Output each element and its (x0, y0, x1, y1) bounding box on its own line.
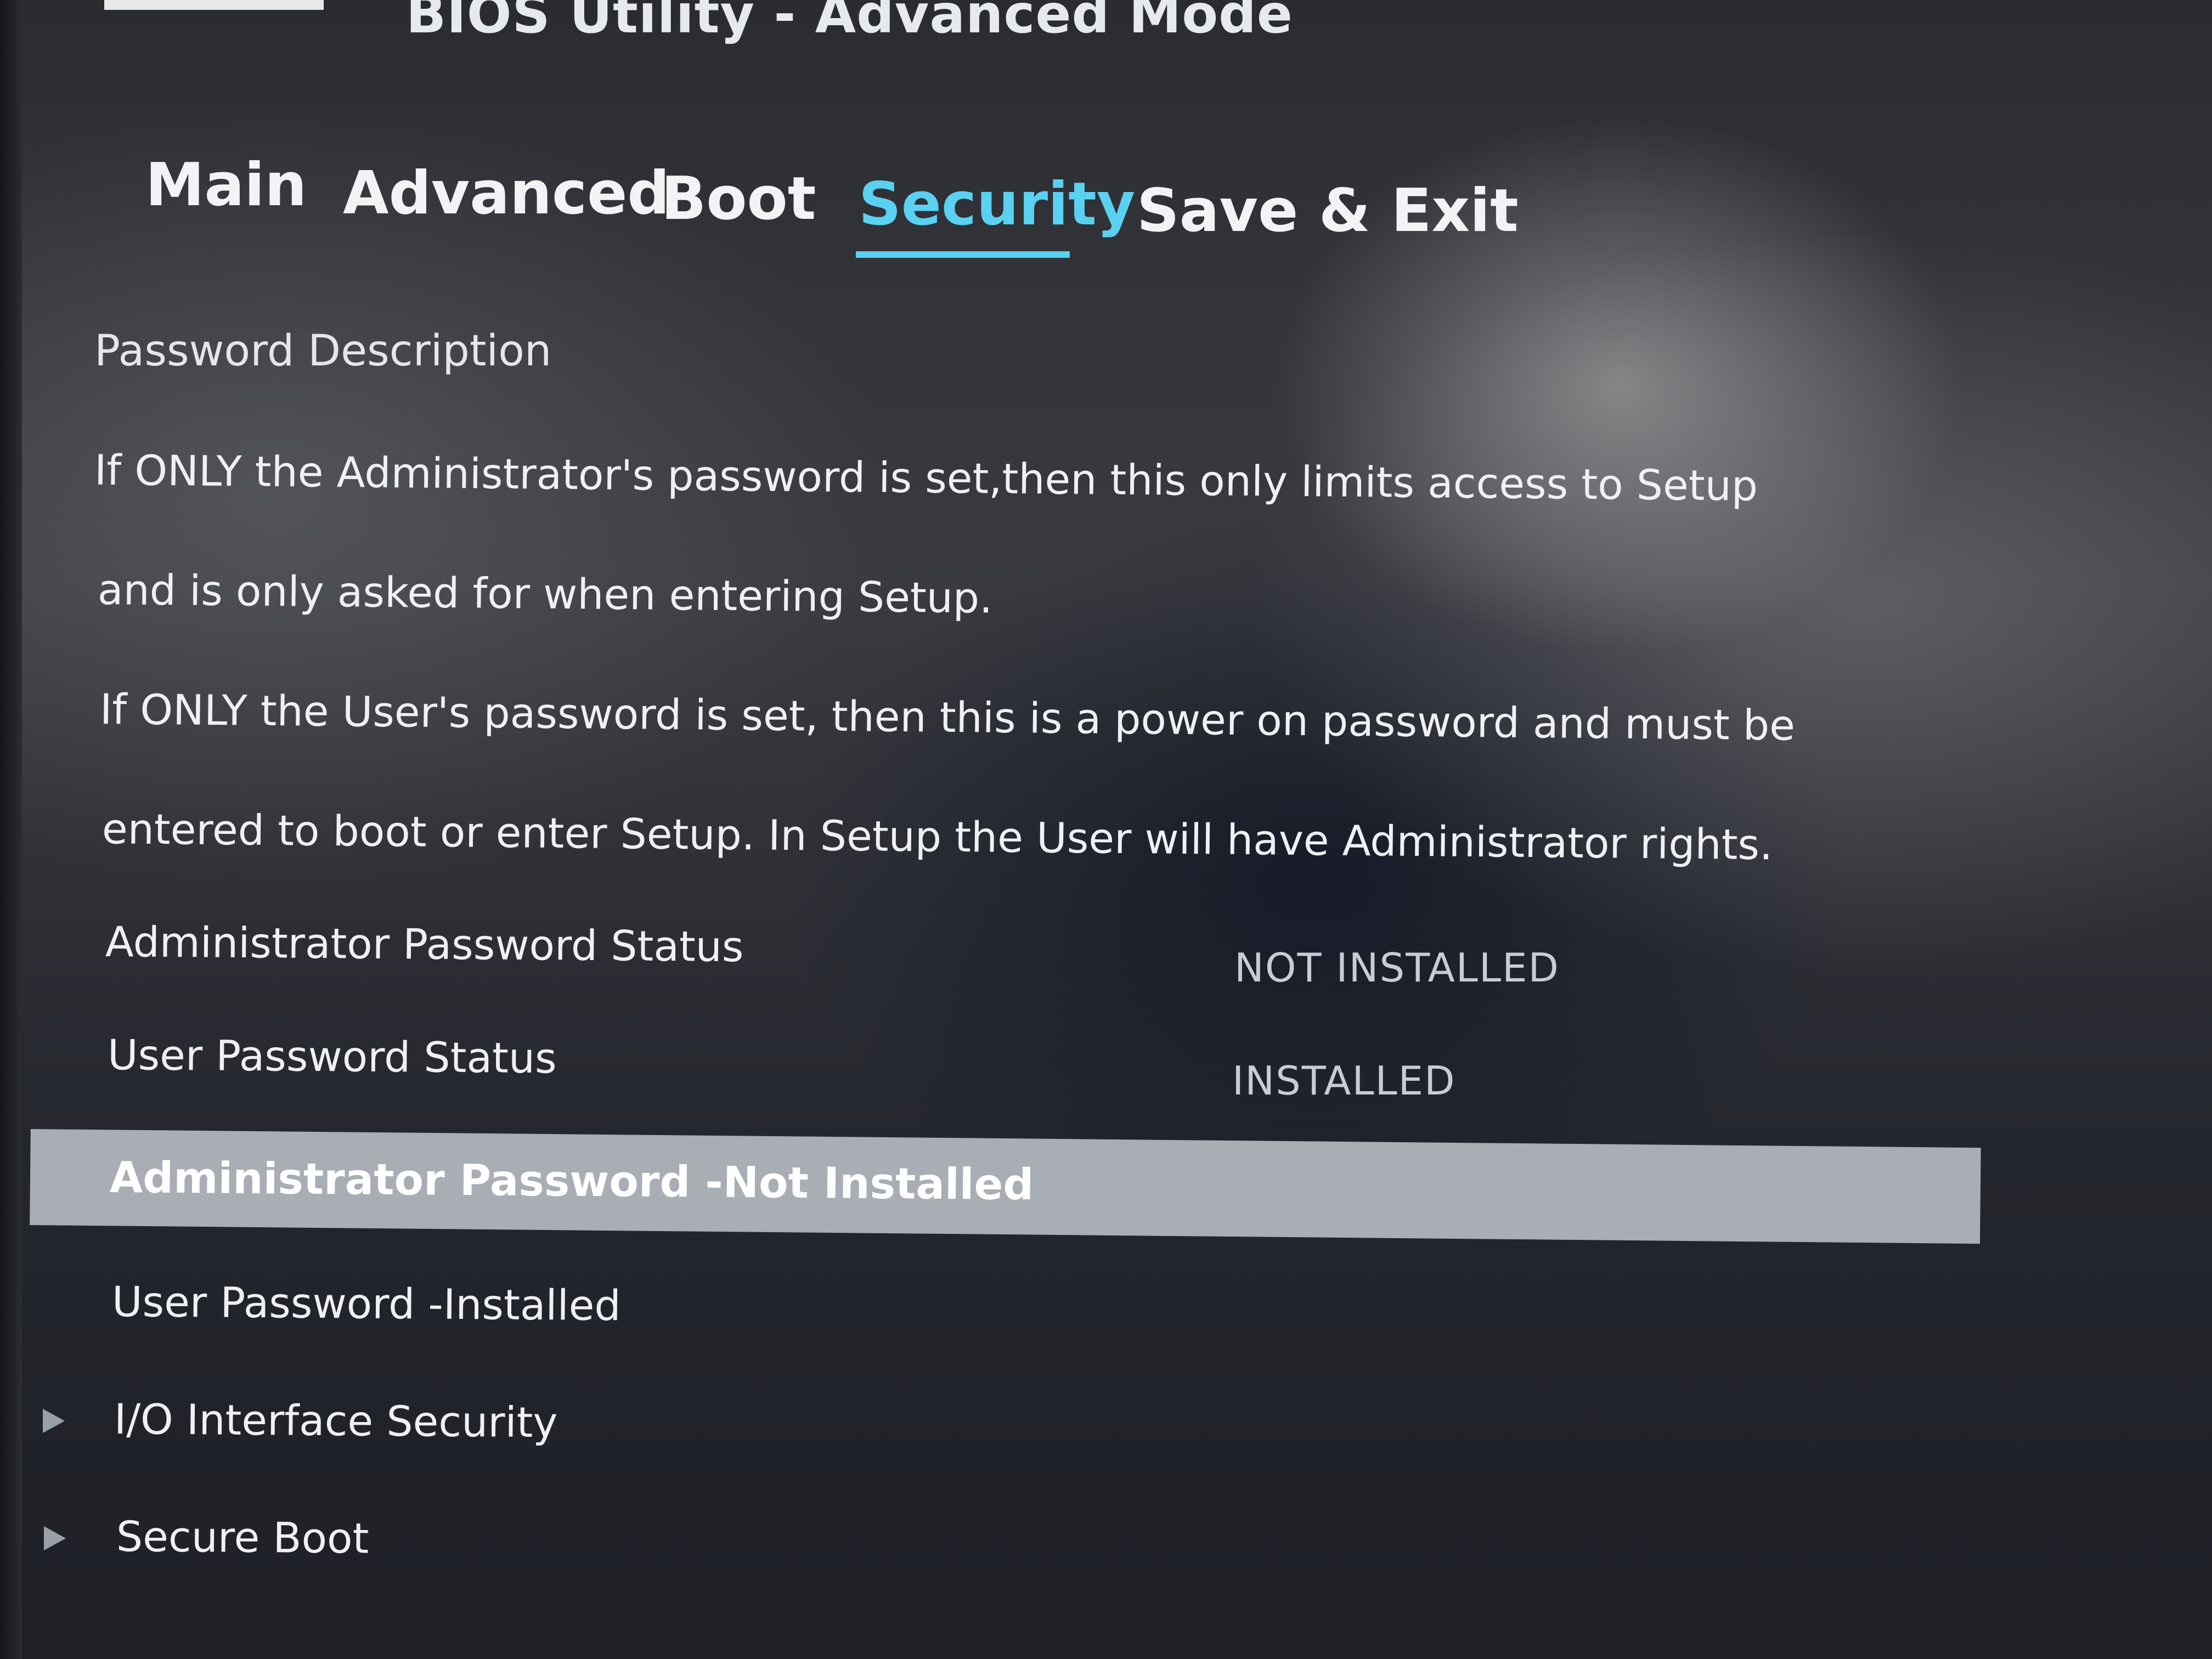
user-password-status-value: INSTALLED (1232, 1058, 1456, 1104)
tab-security[interactable]: Security (859, 170, 1135, 239)
admin-password-menu-item[interactable]: Administrator Password -Not Installed (110, 1153, 1034, 1210)
user-password-menu-item[interactable]: User Password -Installed (112, 1277, 621, 1330)
brand-logo (104, 0, 324, 10)
password-description-heading: Password Description (94, 326, 552, 376)
io-interface-security-menu-item[interactable]: I/O Interface Security (114, 1395, 558, 1447)
description-line-2: and is only asked for when entering Setu… (97, 565, 993, 623)
admin-password-status-label: Administrator Password Status (105, 917, 744, 972)
active-tab-underline (856, 251, 1070, 258)
tab-save-exit[interactable]: Save & Exit (1137, 177, 1519, 245)
window-title: BIOS Utility - Advanced Mode (406, 0, 1293, 45)
submenu-arrow-icon (44, 1526, 66, 1550)
bios-screen: BIOS Utility - Advanced Mode Main Advanc… (0, 0, 2212, 1659)
secure-boot-menu-item[interactable]: Secure Boot (116, 1512, 369, 1563)
admin-password-status-value: NOT INSTALLED (1234, 945, 1560, 991)
tab-boot[interactable]: Boot (661, 165, 816, 233)
monitor-bezel (0, 0, 22, 1659)
tab-bar: Main Advanced Boot Security Save & Exit (143, 148, 1519, 274)
user-password-status-label: User Password Status (107, 1030, 557, 1083)
description-line-1: If ONLY the Administrator's password is … (94, 445, 1758, 511)
description-line-4: entered to boot or enter Setup. In Setup… (101, 804, 1773, 870)
submenu-arrow-icon (43, 1409, 65, 1433)
tab-advanced[interactable]: Advanced (343, 159, 670, 228)
tab-main[interactable]: Main (145, 151, 307, 219)
description-line-3: If ONLY the User's password is set, then… (99, 685, 1796, 750)
